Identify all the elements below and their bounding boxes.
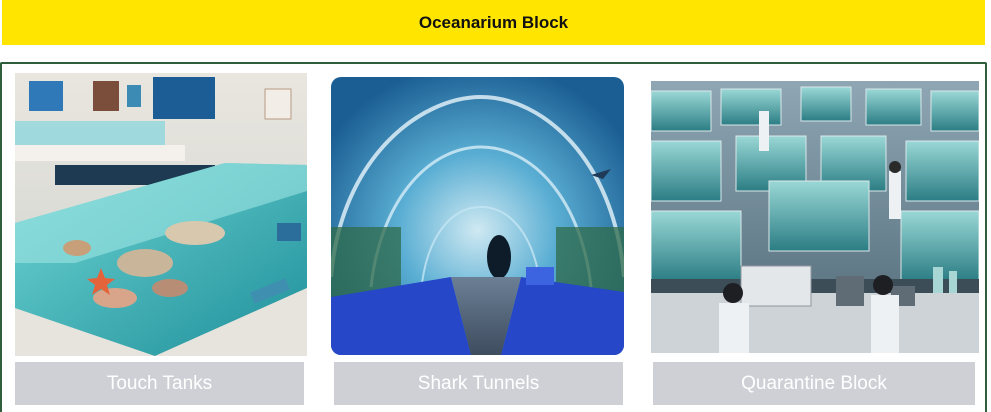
banner-title: Oceanarium Block — [418, 12, 569, 32]
shark-tunnels-label: Shark Tunnels — [334, 362, 623, 405]
section-banner: Oceanarium Block — [2, 0, 985, 45]
touch-tanks-photo — [15, 73, 307, 356]
oceanarium-page: Oceanarium Block Touch Tanks Shark Tunne… — [0, 0, 991, 412]
touch-tanks-label: Touch Tanks — [15, 362, 304, 405]
quarantine-block-photo — [651, 81, 979, 353]
quarantine-block-label: Quarantine Block — [653, 362, 975, 405]
shark-tunnels-photo — [331, 77, 624, 355]
